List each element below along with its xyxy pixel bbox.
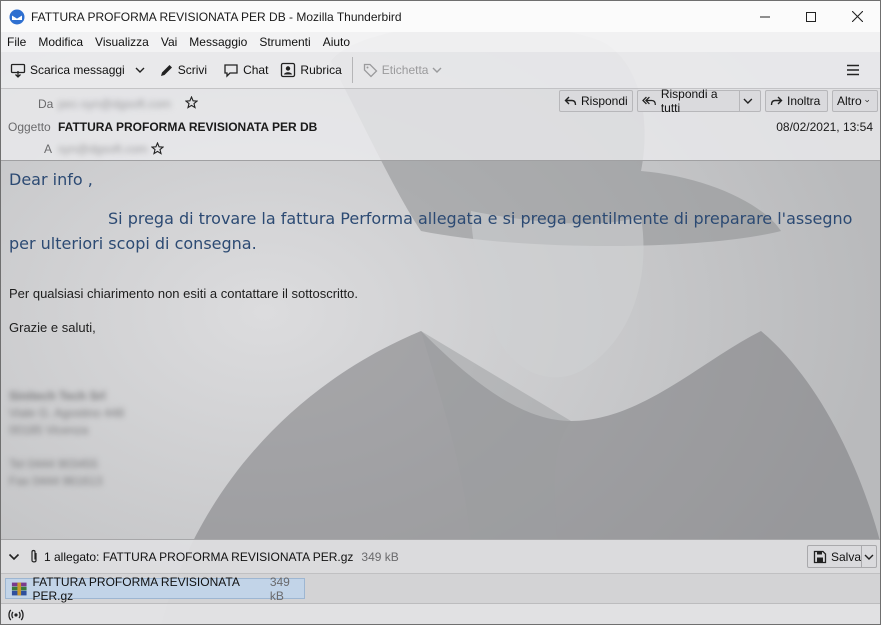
forward-button[interactable]: Inoltra (765, 90, 828, 112)
get-messages-button[interactable]: Scarica messaggi (1, 57, 131, 83)
close-button[interactable] (834, 1, 880, 32)
reply-all-button[interactable]: Rispondi a tutti (637, 87, 761, 115)
attachment-name: FATTURA PROFORMA REVISIONATA PER.gz (32, 574, 240, 603)
save-icon (813, 550, 827, 563)
from-address[interactable]: pec-syn@dgsoft.com (58, 97, 171, 111)
menu-message[interactable]: Messaggio (183, 35, 253, 49)
reply-label: Rispondi (581, 94, 628, 108)
menu-tools[interactable]: Strumenti (253, 35, 316, 49)
chevron-down-icon (864, 99, 869, 103)
paperclip-icon (31, 549, 37, 563)
status-bar (1, 603, 880, 624)
menu-help[interactable]: Aiuto (317, 35, 356, 49)
star-icon[interactable] (185, 96, 198, 109)
body-paragraph: Per qualsiasi chiarimento non esiti a co… (9, 286, 359, 301)
chevron-down-icon (8, 553, 20, 561)
menu-go[interactable]: Vai (155, 35, 183, 49)
hamburger-icon (847, 64, 859, 76)
app-menu-button[interactable] (840, 57, 870, 83)
save-label: Salva (830, 549, 862, 564)
message-body: Dear info , Si prega di trovare la fattu… (1, 161, 880, 539)
signature-line: Tel 0444 903455 (9, 457, 98, 471)
menu-view[interactable]: Visualizza (89, 35, 155, 49)
minimize-button[interactable] (742, 1, 788, 32)
signature-line: Viale G. Agostino 448 (9, 406, 125, 420)
tag-button[interactable]: Etichetta (357, 57, 453, 83)
signature-line: 00185 Vicenza (9, 423, 89, 437)
attachment-list: FATTURA PROFORMA REVISIONATA PER.gz 349 … (1, 573, 880, 604)
attachment-bar: 1 allegato: FATTURA PROFORMA REVISIONATA… (1, 539, 880, 574)
more-label: Altro (837, 94, 862, 108)
online-status-icon[interactable] (8, 609, 24, 621)
thunderbird-logo-icon (9, 9, 25, 24)
reply-all-label: Rispondi a tutti (660, 87, 718, 115)
message-header: Da pec-syn@dgsoft.com Rispondi Rispondi … (1, 87, 880, 161)
menu-file[interactable]: File (1, 35, 32, 49)
closing: Grazie e saluti, (9, 320, 96, 335)
get-messages-label: Scarica messaggi (30, 63, 125, 77)
reply-button[interactable]: Rispondi (559, 90, 633, 112)
star-icon[interactable] (151, 142, 164, 155)
maximize-icon (806, 11, 816, 22)
write-button[interactable]: Scrivi (153, 57, 213, 83)
signature-line: Fax 0444 961613 (9, 474, 103, 488)
attachment-item[interactable]: FATTURA PROFORMA REVISIONATA PER.gz 349 … (5, 575, 305, 603)
message-subject: FATTURA PROFORMA REVISIONATA PER DB (58, 120, 318, 134)
attachment-size: 349 kB (269, 574, 290, 603)
signature-line: Sinitech Tech Srl (9, 389, 106, 403)
minimize-icon (760, 16, 770, 17)
greeting: Dear info , (9, 170, 93, 189)
chat-label: Chat (243, 63, 269, 77)
chat-button[interactable]: Chat (217, 57, 274, 83)
thunderbird-window: FATTURA PROFORMA REVISIONATA PER DB - Mo… (0, 0, 881, 625)
chevron-down-icon[interactable] (740, 96, 756, 106)
chevron-down-icon (135, 67, 145, 73)
to-label: A (44, 142, 53, 156)
to-address[interactable]: syn@dgsoft.com (58, 142, 148, 156)
forward-label: Inoltra (787, 94, 821, 108)
forward-icon (770, 96, 783, 106)
address-book-button[interactable]: Rubrica (274, 57, 347, 83)
title-bar: FATTURA PROFORMA REVISIONATA PER DB - Mo… (1, 1, 880, 32)
more-button[interactable]: Altro (832, 90, 878, 112)
body-paragraph: Si prega di trovare la fattura Performa … (9, 209, 853, 253)
reply-all-icon (642, 96, 656, 105)
menu-edit[interactable]: Modifica (32, 35, 89, 49)
close-icon (851, 11, 863, 22)
maximize-button[interactable] (788, 1, 834, 32)
attachment-toggle[interactable] (8, 549, 44, 565)
archive-file-icon (11, 582, 27, 595)
save-attachment-button[interactable]: Salva (807, 545, 877, 568)
from-label: Da (38, 97, 54, 111)
menu-bar: File Modifica Visualizza Vai Messaggio S… (1, 32, 880, 52)
address-book-label: Rubrica (300, 63, 342, 77)
attachment-summary-text: 1 allegato: FATTURA PROFORMA REVISIONATA… (44, 550, 354, 564)
attachment-summary[interactable]: 1 allegato: FATTURA PROFORMA REVISIONATA… (44, 550, 399, 564)
message-date: 08/02/2021, 13:54 (776, 120, 873, 134)
address-book-icon (281, 62, 296, 78)
tag-icon (363, 63, 378, 77)
window-title: FATTURA PROFORMA REVISIONATA PER DB - Mo… (31, 9, 402, 24)
write-label: Scrivi (177, 63, 208, 77)
main-toolbar: Scarica messaggi Scrivi Chat Rubrica Eti… (1, 52, 880, 89)
toolbar-separator (351, 57, 353, 83)
subject-label: Oggetto (8, 120, 51, 134)
chevron-down-icon (432, 67, 442, 73)
attachment-total-size: 349 kB (361, 550, 399, 564)
pencil-icon (160, 64, 172, 76)
chat-bubble-icon (224, 63, 238, 78)
download-icon (10, 63, 26, 78)
get-messages-dropdown[interactable] (131, 57, 153, 83)
reply-icon (564, 96, 577, 106)
tag-label: Etichetta (381, 63, 429, 77)
chevron-down-icon[interactable] (862, 552, 876, 562)
